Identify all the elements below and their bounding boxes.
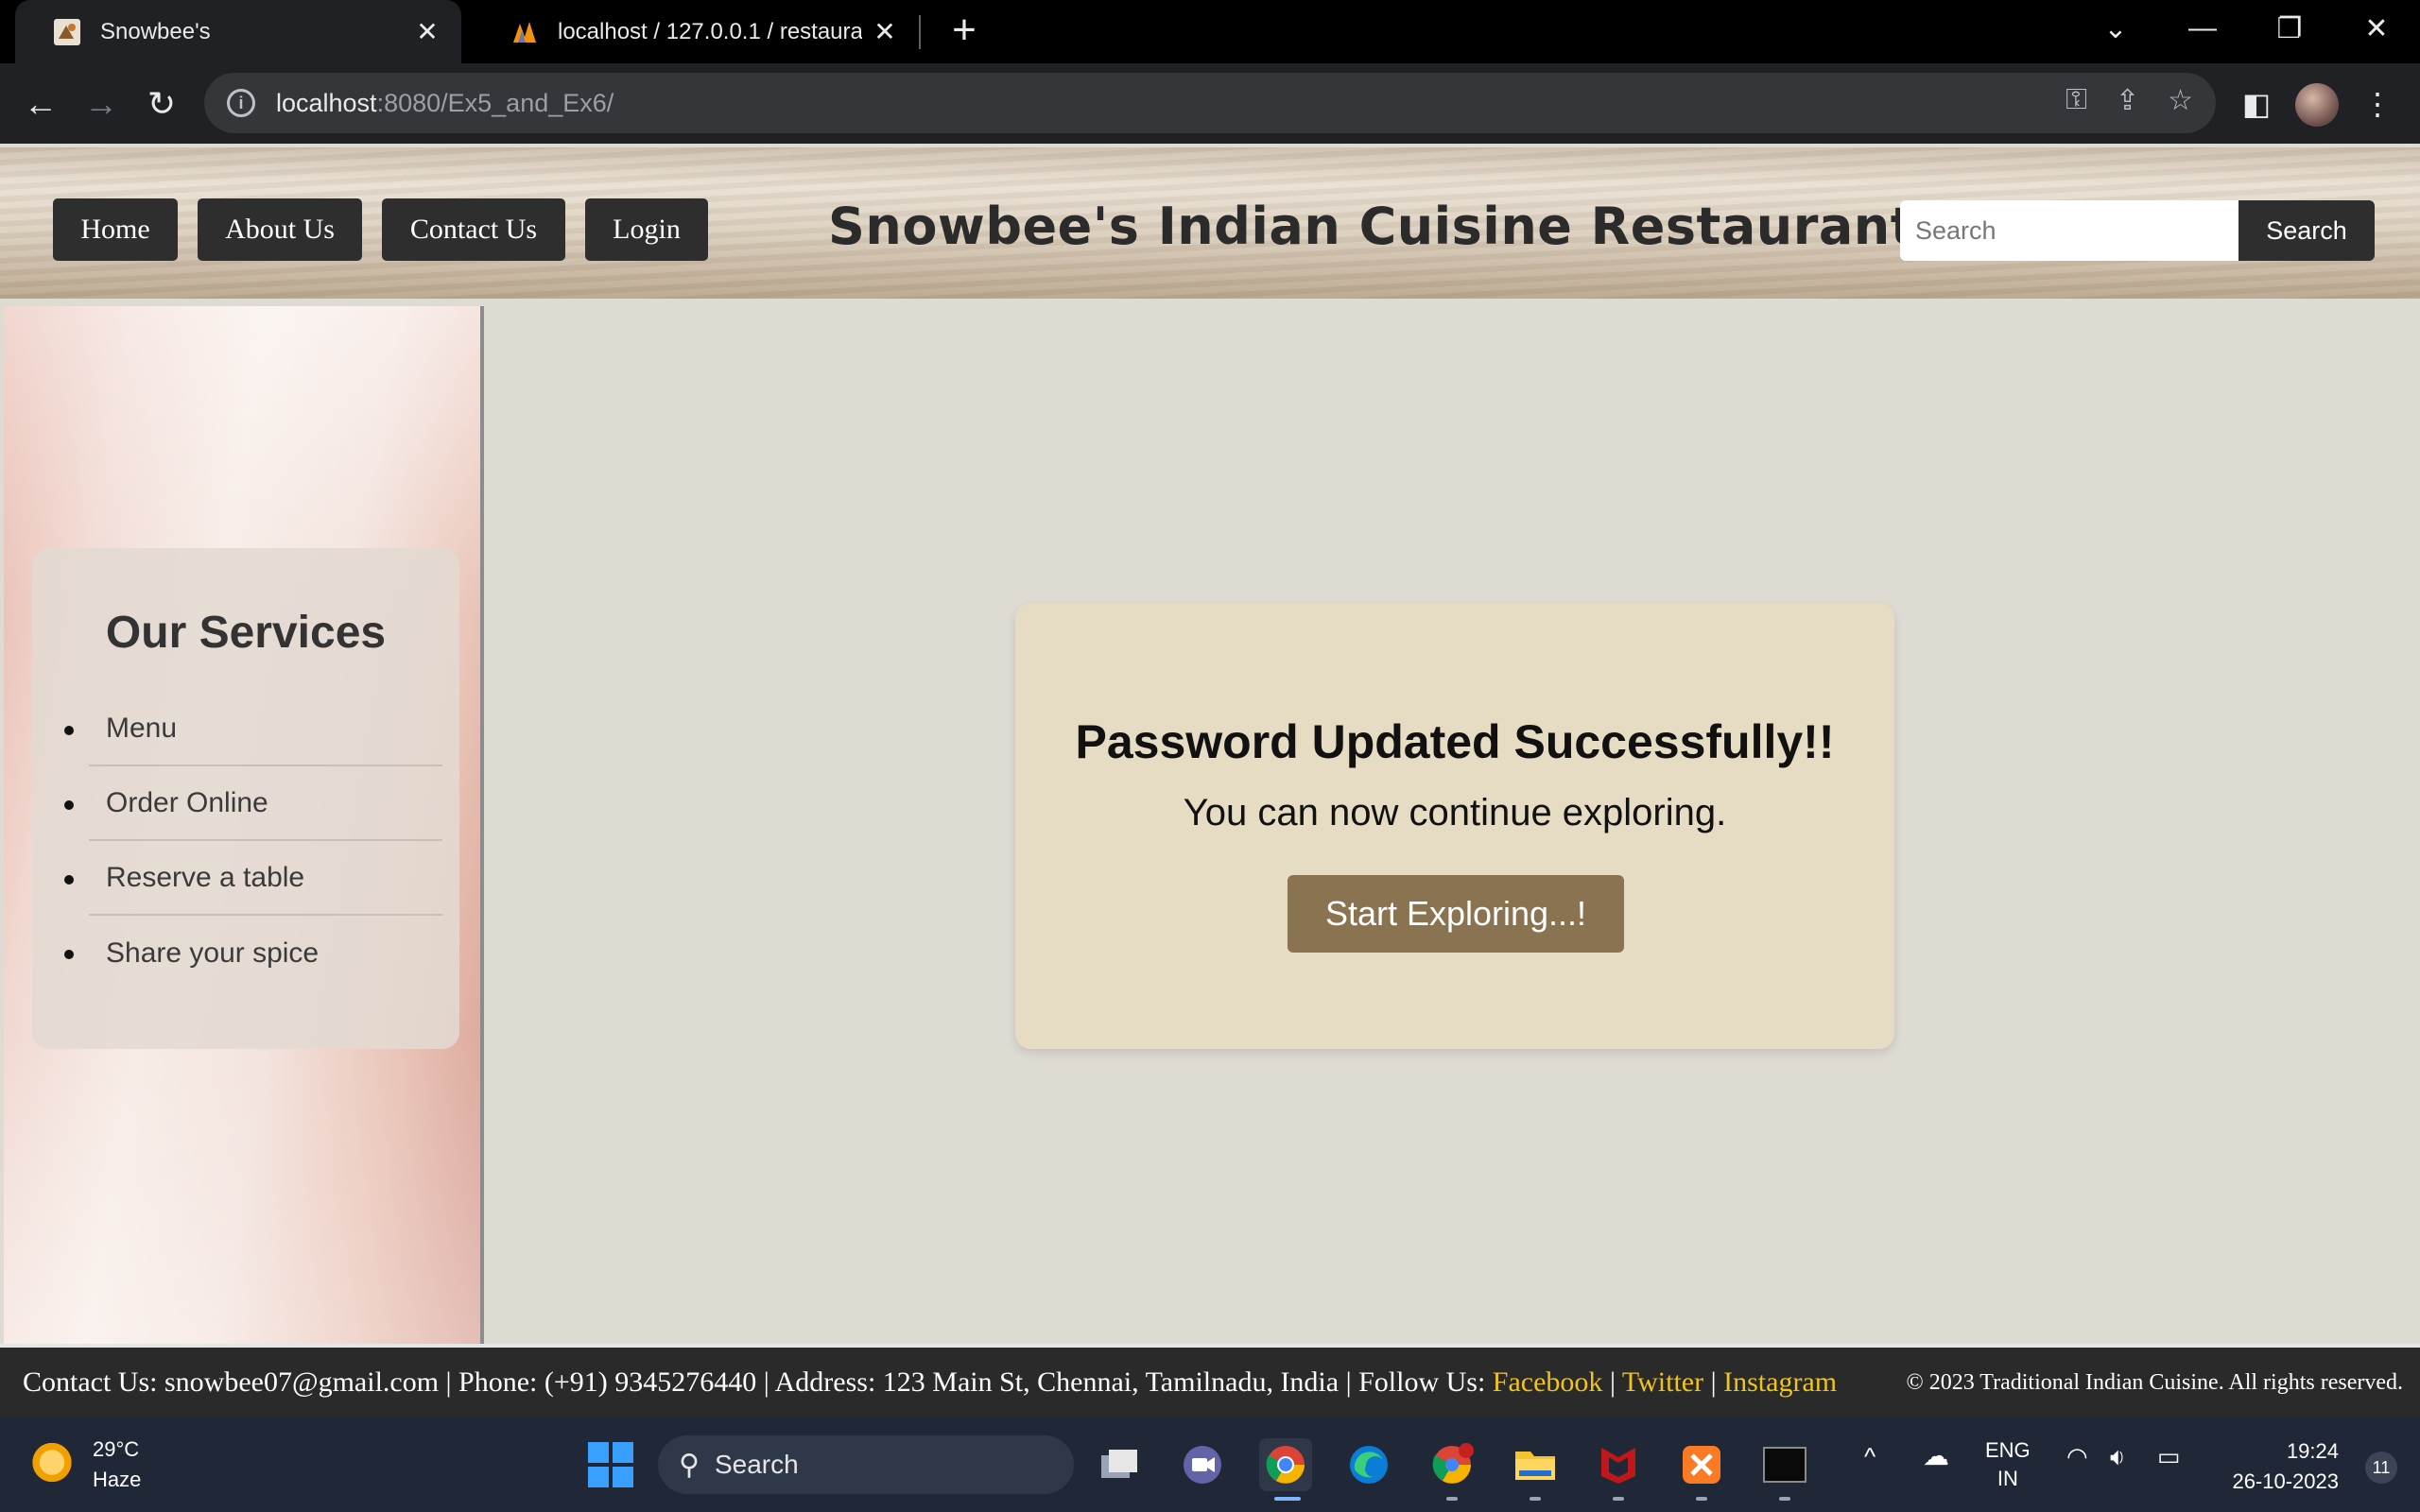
language-indicator[interactable]: ENG IN bbox=[1985, 1436, 2031, 1493]
profile-avatar[interactable] bbox=[2295, 83, 2339, 127]
bookmark-star-icon[interactable]: ☆ bbox=[2168, 84, 2193, 117]
side-panel-icon[interactable]: ◧ bbox=[2233, 80, 2280, 128]
site-footer: Contact Us: snowbee07@gmail.com | Phone:… bbox=[0, 1344, 2420, 1418]
search-input[interactable] bbox=[1900, 200, 2238, 261]
site-header: Home About Us Contact Us Login Snowbee's… bbox=[0, 147, 2420, 299]
menu-kebab-icon[interactable]: ⋮ bbox=[2354, 80, 2401, 128]
browser-toolbar: ← → ↻ i localhost:8080/Ex5_and_Ex6/ ⚿ ⇪ … bbox=[0, 63, 2420, 144]
start-exploring-button[interactable]: Start Exploring...! bbox=[1288, 875, 1624, 953]
weather-widget[interactable]: 29°C Haze bbox=[28, 1435, 141, 1495]
running-indicator bbox=[1613, 1497, 1624, 1501]
weather-condition: Haze bbox=[93, 1468, 142, 1491]
nav-home-button[interactable]: Home bbox=[53, 198, 178, 261]
search-icon: ⚲ bbox=[679, 1449, 700, 1481]
teams-chat-icon[interactable] bbox=[1176, 1438, 1229, 1491]
footer-separator: | bbox=[1602, 1366, 1622, 1398]
minimize-icon[interactable]: — bbox=[2159, 0, 2246, 57]
back-icon[interactable]: ← bbox=[17, 80, 64, 128]
nav-contact-button[interactable]: Contact Us bbox=[382, 198, 565, 261]
footer-copyright: © 2023 Traditional Indian Cuisine. All r… bbox=[1906, 1370, 2403, 1395]
service-item-menu[interactable]: Menu bbox=[64, 692, 442, 766]
language-line1: ENG bbox=[1985, 1438, 2031, 1462]
service-item-order-online[interactable]: Order Online bbox=[64, 766, 442, 841]
web-page: Home About Us Contact Us Login Snowbee's… bbox=[0, 144, 2420, 1418]
tab-snowbees[interactable]: Snowbee's ✕ bbox=[15, 0, 461, 63]
address-bar[interactable]: i localhost:8080/Ex5_and_Ex6/ ⚿ ⇪ ☆ bbox=[204, 73, 2216, 133]
taskbar-clock[interactable]: 19:24 26-10-2023 bbox=[2232, 1436, 2339, 1497]
phpmyadmin-favicon-icon bbox=[513, 21, 536, 43]
chrome-profile-icon[interactable] bbox=[1426, 1438, 1478, 1491]
close-tab-icon[interactable]: ✕ bbox=[405, 16, 450, 47]
browser-tab-bar: Snowbee's ✕ localhost / 127.0.0.1 / rest… bbox=[0, 0, 2420, 63]
onedrive-cloud-icon[interactable]: ☁ bbox=[1923, 1442, 1949, 1470]
footer-separator: | bbox=[1703, 1366, 1724, 1398]
service-item-share-spice[interactable]: Share your spice bbox=[64, 916, 442, 990]
file-explorer-icon[interactable] bbox=[1509, 1438, 1562, 1491]
edge-icon[interactable] bbox=[1342, 1438, 1395, 1491]
running-indicator bbox=[1446, 1497, 1458, 1501]
success-subtitle: You can now continue exploring. bbox=[1183, 792, 1727, 833]
twitter-link[interactable]: Twitter bbox=[1622, 1366, 1703, 1398]
tab-search-chevron-icon[interactable]: ⌄ bbox=[2072, 0, 2159, 57]
key-icon[interactable]: ⚿ bbox=[2066, 84, 2087, 117]
terminal-icon[interactable] bbox=[1758, 1438, 1811, 1491]
services-card: Our Services Menu Order Online Reserve a… bbox=[32, 548, 459, 1049]
nav-about-button[interactable]: About Us bbox=[198, 198, 362, 261]
site-favicon-icon bbox=[54, 18, 80, 45]
footer-contact: Contact Us: snowbee07@gmail.com | Phone:… bbox=[23, 1366, 1837, 1399]
weather-temp: 29°C bbox=[93, 1437, 140, 1461]
restore-icon[interactable]: ❐ bbox=[2246, 0, 2333, 57]
tray-overflow-chevron-icon[interactable]: ^ bbox=[1864, 1442, 1876, 1470]
close-window-icon[interactable]: ✕ bbox=[2333, 0, 2420, 57]
url-path: :8080/Ex5_and_Ex6/ bbox=[376, 88, 614, 117]
tab-separator bbox=[919, 15, 921, 49]
taskbar-search[interactable]: ⚲ Search bbox=[658, 1435, 1074, 1494]
search-button[interactable]: Search bbox=[2238, 200, 2375, 261]
clock-time: 19:24 bbox=[2286, 1439, 2339, 1463]
tab-title: localhost / 127.0.0.1 / restaurant bbox=[558, 18, 862, 44]
running-indicator bbox=[1530, 1497, 1541, 1501]
running-indicator bbox=[1696, 1497, 1707, 1501]
mcafee-icon[interactable] bbox=[1592, 1438, 1645, 1491]
footer-contact-text: Contact Us: snowbee07@gmail.com | Phone:… bbox=[23, 1366, 1493, 1398]
haze-weather-icon bbox=[28, 1441, 76, 1488]
tab-phpmyadmin[interactable]: localhost / 127.0.0.1 / restaurant ✕ bbox=[473, 0, 919, 63]
success-message-card: Password Updated Successfully!! You can … bbox=[1015, 603, 1894, 1049]
reload-icon[interactable]: ↻ bbox=[138, 80, 185, 128]
close-tab-icon[interactable]: ✕ bbox=[862, 16, 908, 47]
services-list: Menu Order Online Reserve a table Share … bbox=[64, 692, 442, 990]
clock-date: 26-10-2023 bbox=[2232, 1469, 2339, 1493]
site-title: Snowbee's Indian Cuisine Restaurant bbox=[828, 197, 1916, 256]
success-title: Password Updated Successfully!! bbox=[1075, 715, 1835, 768]
url-host: localhost bbox=[276, 88, 377, 117]
sidebar: Our Services Menu Order Online Reserve a… bbox=[4, 306, 484, 1344]
volume-icon[interactable]: 🔉︎ bbox=[2110, 1442, 2125, 1470]
nav-login-button[interactable]: Login bbox=[585, 198, 708, 261]
facebook-link[interactable]: Facebook bbox=[1493, 1366, 1603, 1398]
battery-icon[interactable]: ▭ bbox=[2157, 1442, 2181, 1470]
new-tab-icon[interactable]: + bbox=[942, 9, 987, 55]
tab-title: Snowbee's bbox=[100, 18, 211, 44]
windows-taskbar: 29°C Haze ⚲ Search ^ ☁ ENG IN ◠ 🔉︎ ▭ 19:… bbox=[0, 1418, 2420, 1512]
service-item-reserve-table[interactable]: Reserve a table bbox=[64, 841, 442, 916]
wifi-icon[interactable]: ◠ bbox=[2066, 1442, 2088, 1470]
notification-badge[interactable]: 11 bbox=[2365, 1452, 2397, 1484]
address-bar-actions: ⚿ ⇪ ☆ bbox=[2066, 84, 2193, 117]
share-icon[interactable]: ⇪ bbox=[2116, 84, 2139, 117]
instagram-link[interactable]: Instagram bbox=[1723, 1366, 1837, 1398]
site-info-icon[interactable]: i bbox=[227, 89, 255, 117]
xampp-icon[interactable] bbox=[1675, 1438, 1728, 1491]
services-title: Our Services bbox=[105, 608, 387, 658]
taskbar-search-label: Search bbox=[714, 1450, 799, 1479]
chrome-icon[interactable] bbox=[1259, 1438, 1312, 1491]
task-view-icon[interactable] bbox=[1093, 1438, 1146, 1491]
running-indicator bbox=[1274, 1497, 1301, 1501]
start-button[interactable] bbox=[584, 1438, 637, 1491]
language-line2: IN bbox=[1996, 1467, 2018, 1490]
windows-logo-icon bbox=[588, 1442, 633, 1487]
forward-icon[interactable]: → bbox=[78, 80, 125, 128]
running-indicator bbox=[1779, 1497, 1790, 1501]
